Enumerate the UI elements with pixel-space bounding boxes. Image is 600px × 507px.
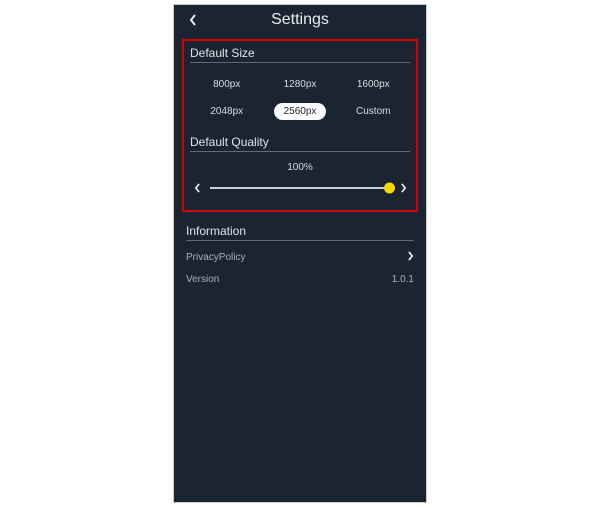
divider	[186, 240, 414, 241]
quality-slider-row	[190, 178, 410, 198]
privacy-policy-row[interactable]: PrivacyPolicy	[186, 251, 414, 264]
highlighted-settings-area: Default Size 800px 1280px 1600px 2048px …	[182, 39, 418, 212]
section-title-information: Information	[186, 224, 414, 238]
version-value: 1.0.1	[392, 274, 414, 285]
chevron-left-icon	[194, 183, 201, 193]
header: Settings	[174, 5, 426, 35]
size-option-custom[interactable]: Custom	[337, 103, 410, 120]
version-label: Version	[186, 274, 219, 285]
page-title: Settings	[271, 11, 329, 28]
size-option-2560[interactable]: 2560px	[263, 103, 336, 120]
version-row: Version 1.0.1	[186, 274, 414, 285]
quality-value: 100%	[287, 162, 313, 173]
divider	[190, 62, 410, 63]
quality-increase-button[interactable]	[396, 181, 410, 195]
quality-slider-track[interactable]	[210, 187, 390, 189]
back-button[interactable]	[184, 11, 202, 29]
section-title-default-quality: Default Quality	[190, 135, 410, 149]
size-option-1600[interactable]: 1600px	[337, 76, 410, 93]
size-option-2048[interactable]: 2048px	[190, 103, 263, 120]
quality-slider-thumb[interactable]	[384, 183, 395, 194]
divider	[190, 151, 410, 152]
section-title-default-size: Default Size	[190, 46, 410, 60]
information-section: Information PrivacyPolicy Version 1.0.1	[186, 224, 414, 285]
size-option-1280[interactable]: 1280px	[263, 76, 336, 93]
chevron-left-icon	[189, 14, 197, 26]
quality-value-row: 100%	[190, 162, 410, 176]
chevron-right-icon	[407, 251, 414, 264]
size-option-800[interactable]: 800px	[190, 76, 263, 93]
size-options: 800px 1280px 1600px 2048px 2560px Custom	[190, 71, 410, 125]
chevron-right-icon	[400, 183, 407, 193]
settings-screen: Settings Default Size 800px 1280px 1600p…	[173, 4, 427, 503]
privacy-policy-label: PrivacyPolicy	[186, 252, 245, 263]
quality-decrease-button[interactable]	[190, 181, 204, 195]
